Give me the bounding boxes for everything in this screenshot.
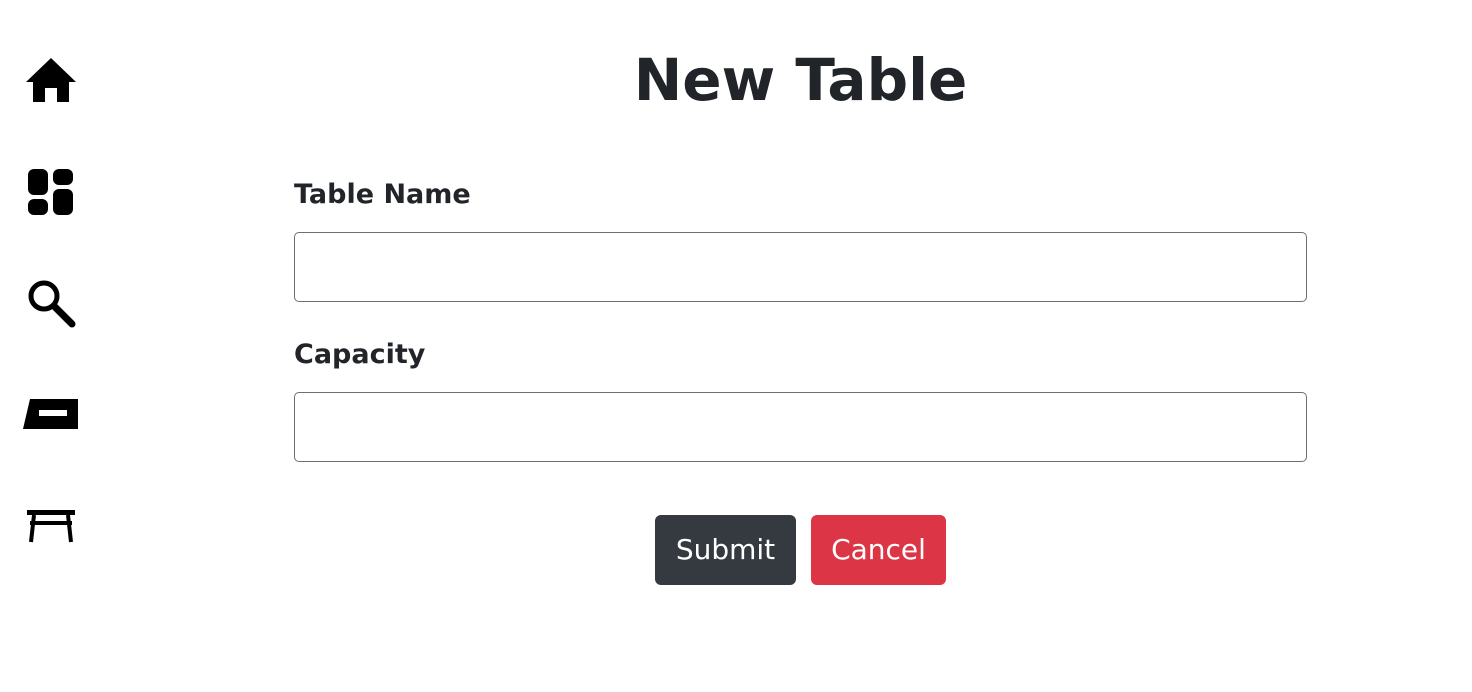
table-name-input[interactable] [294,232,1307,302]
sidebar-item-tables[interactable] [22,497,80,555]
sidebar-item-dashboard[interactable] [22,163,80,221]
page-title: New Table [633,46,968,114]
home-icon [24,56,78,104]
search-icon [26,278,76,328]
page: New Table Table Name Capacity Submit Can… [0,0,1472,692]
reservations-icon [22,397,80,431]
submit-button[interactable]: Submit [655,515,796,585]
sidebar-nav [0,0,100,692]
capacity-input[interactable] [294,392,1307,462]
sidebar-item-search[interactable] [22,274,80,332]
sidebar-item-reservations[interactable] [22,385,80,443]
table-icon [26,509,76,543]
capacity-label: Capacity [294,339,426,370]
cancel-button[interactable]: Cancel [811,515,946,585]
table-name-label: Table Name [294,179,471,210]
sidebar-item-home[interactable] [22,51,80,109]
dashboard-icon [27,168,75,216]
